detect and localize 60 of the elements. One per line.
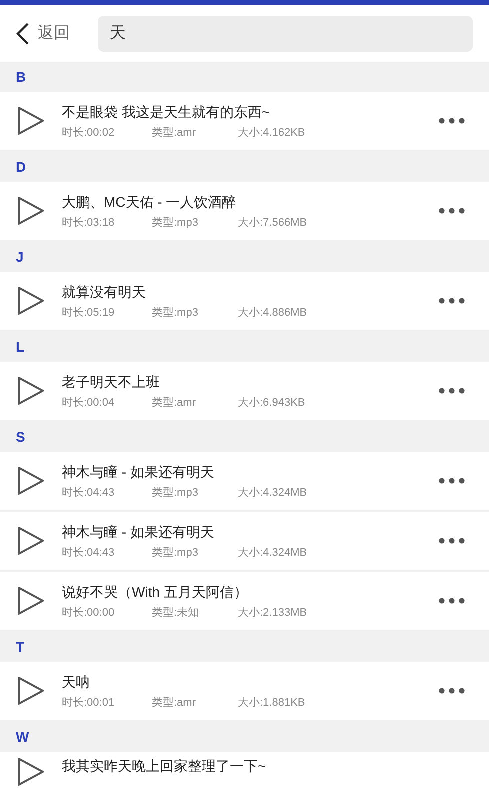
section-letter: B bbox=[16, 68, 26, 86]
play-icon[interactable] bbox=[16, 285, 46, 317]
section-letter: T bbox=[16, 638, 25, 656]
section-letter: D bbox=[16, 158, 26, 176]
section-letter: J bbox=[16, 248, 24, 266]
more-icon[interactable] bbox=[439, 478, 465, 484]
size-text: 大小:6.943KB bbox=[238, 396, 306, 410]
type-text: 类型:mp3 bbox=[152, 546, 200, 560]
play-icon[interactable] bbox=[16, 375, 46, 407]
section-letter: L bbox=[16, 338, 25, 356]
size-text: 大小:4.162KB bbox=[238, 126, 306, 140]
duration-text: 时长:03:18 bbox=[62, 216, 116, 230]
duration-text: 时长:04:43 bbox=[62, 546, 116, 560]
size-text: 大小:7.566MB bbox=[238, 216, 308, 230]
size-text: 大小:4.886MB bbox=[238, 306, 308, 320]
more-icon[interactable] bbox=[439, 298, 465, 304]
size-text: 大小:1.881KB bbox=[238, 696, 306, 710]
type-text: 类型:未知 bbox=[152, 606, 200, 620]
song-title: 神木与瞳 - 如果还有明天 bbox=[62, 463, 216, 482]
play-icon[interactable] bbox=[16, 105, 46, 137]
song-title: 老子明天不上班 bbox=[62, 373, 161, 392]
section-letter: W bbox=[16, 728, 30, 746]
type-text: 类型:amr bbox=[152, 696, 197, 710]
song-title: 就算没有明天 bbox=[62, 283, 147, 302]
more-icon[interactable] bbox=[439, 538, 465, 544]
size-text: 大小:4.324MB bbox=[238, 486, 308, 500]
more-icon[interactable] bbox=[439, 118, 465, 124]
type-text: 类型:amr bbox=[152, 126, 197, 140]
duration-text: 时长:04:43 bbox=[62, 486, 116, 500]
duration-text: 时长:00:04 bbox=[62, 396, 116, 410]
play-icon[interactable] bbox=[16, 465, 46, 497]
type-text: 类型:mp3 bbox=[152, 306, 200, 320]
song-title: 不是眼袋 我这是天生就有的东西~ bbox=[62, 103, 272, 122]
type-text: 类型:mp3 bbox=[152, 216, 200, 230]
section-letter: S bbox=[16, 428, 26, 446]
song-title: 天呐 bbox=[62, 673, 91, 692]
play-icon[interactable] bbox=[16, 675, 46, 707]
back-button[interactable]: 返回 bbox=[16, 22, 70, 46]
type-text: 类型:mp3 bbox=[152, 486, 200, 500]
duration-text: 时长:00:01 bbox=[62, 696, 116, 710]
song-title: 我其实昨天晚上回家整理了一下~ bbox=[62, 757, 268, 776]
search-field[interactable]: 天 bbox=[98, 16, 473, 52]
play-icon[interactable] bbox=[16, 525, 46, 557]
song-title: 大鹏、MC天佑 - 一人饮酒醉 bbox=[62, 193, 238, 212]
more-icon[interactable] bbox=[439, 688, 465, 694]
play-icon[interactable] bbox=[16, 195, 46, 227]
song-title: 神木与瞳 - 如果还有明天 bbox=[62, 523, 216, 542]
more-icon[interactable] bbox=[439, 388, 465, 394]
size-text: 大小:4.324MB bbox=[238, 546, 308, 560]
duration-text: 时长:00:00 bbox=[62, 606, 116, 620]
duration-text: 时长:05:19 bbox=[62, 306, 116, 320]
song-title: 说好不哭（With 五月天阿信） bbox=[62, 583, 249, 602]
play-icon[interactable] bbox=[16, 585, 46, 617]
duration-text: 时长:00:02 bbox=[62, 126, 116, 140]
play-icon[interactable] bbox=[16, 756, 46, 788]
more-icon[interactable] bbox=[439, 598, 465, 604]
back-icon bbox=[16, 22, 30, 46]
more-icon[interactable] bbox=[439, 208, 465, 214]
type-text: 类型:amr bbox=[152, 396, 197, 410]
size-text: 大小:2.133MB bbox=[238, 606, 308, 620]
